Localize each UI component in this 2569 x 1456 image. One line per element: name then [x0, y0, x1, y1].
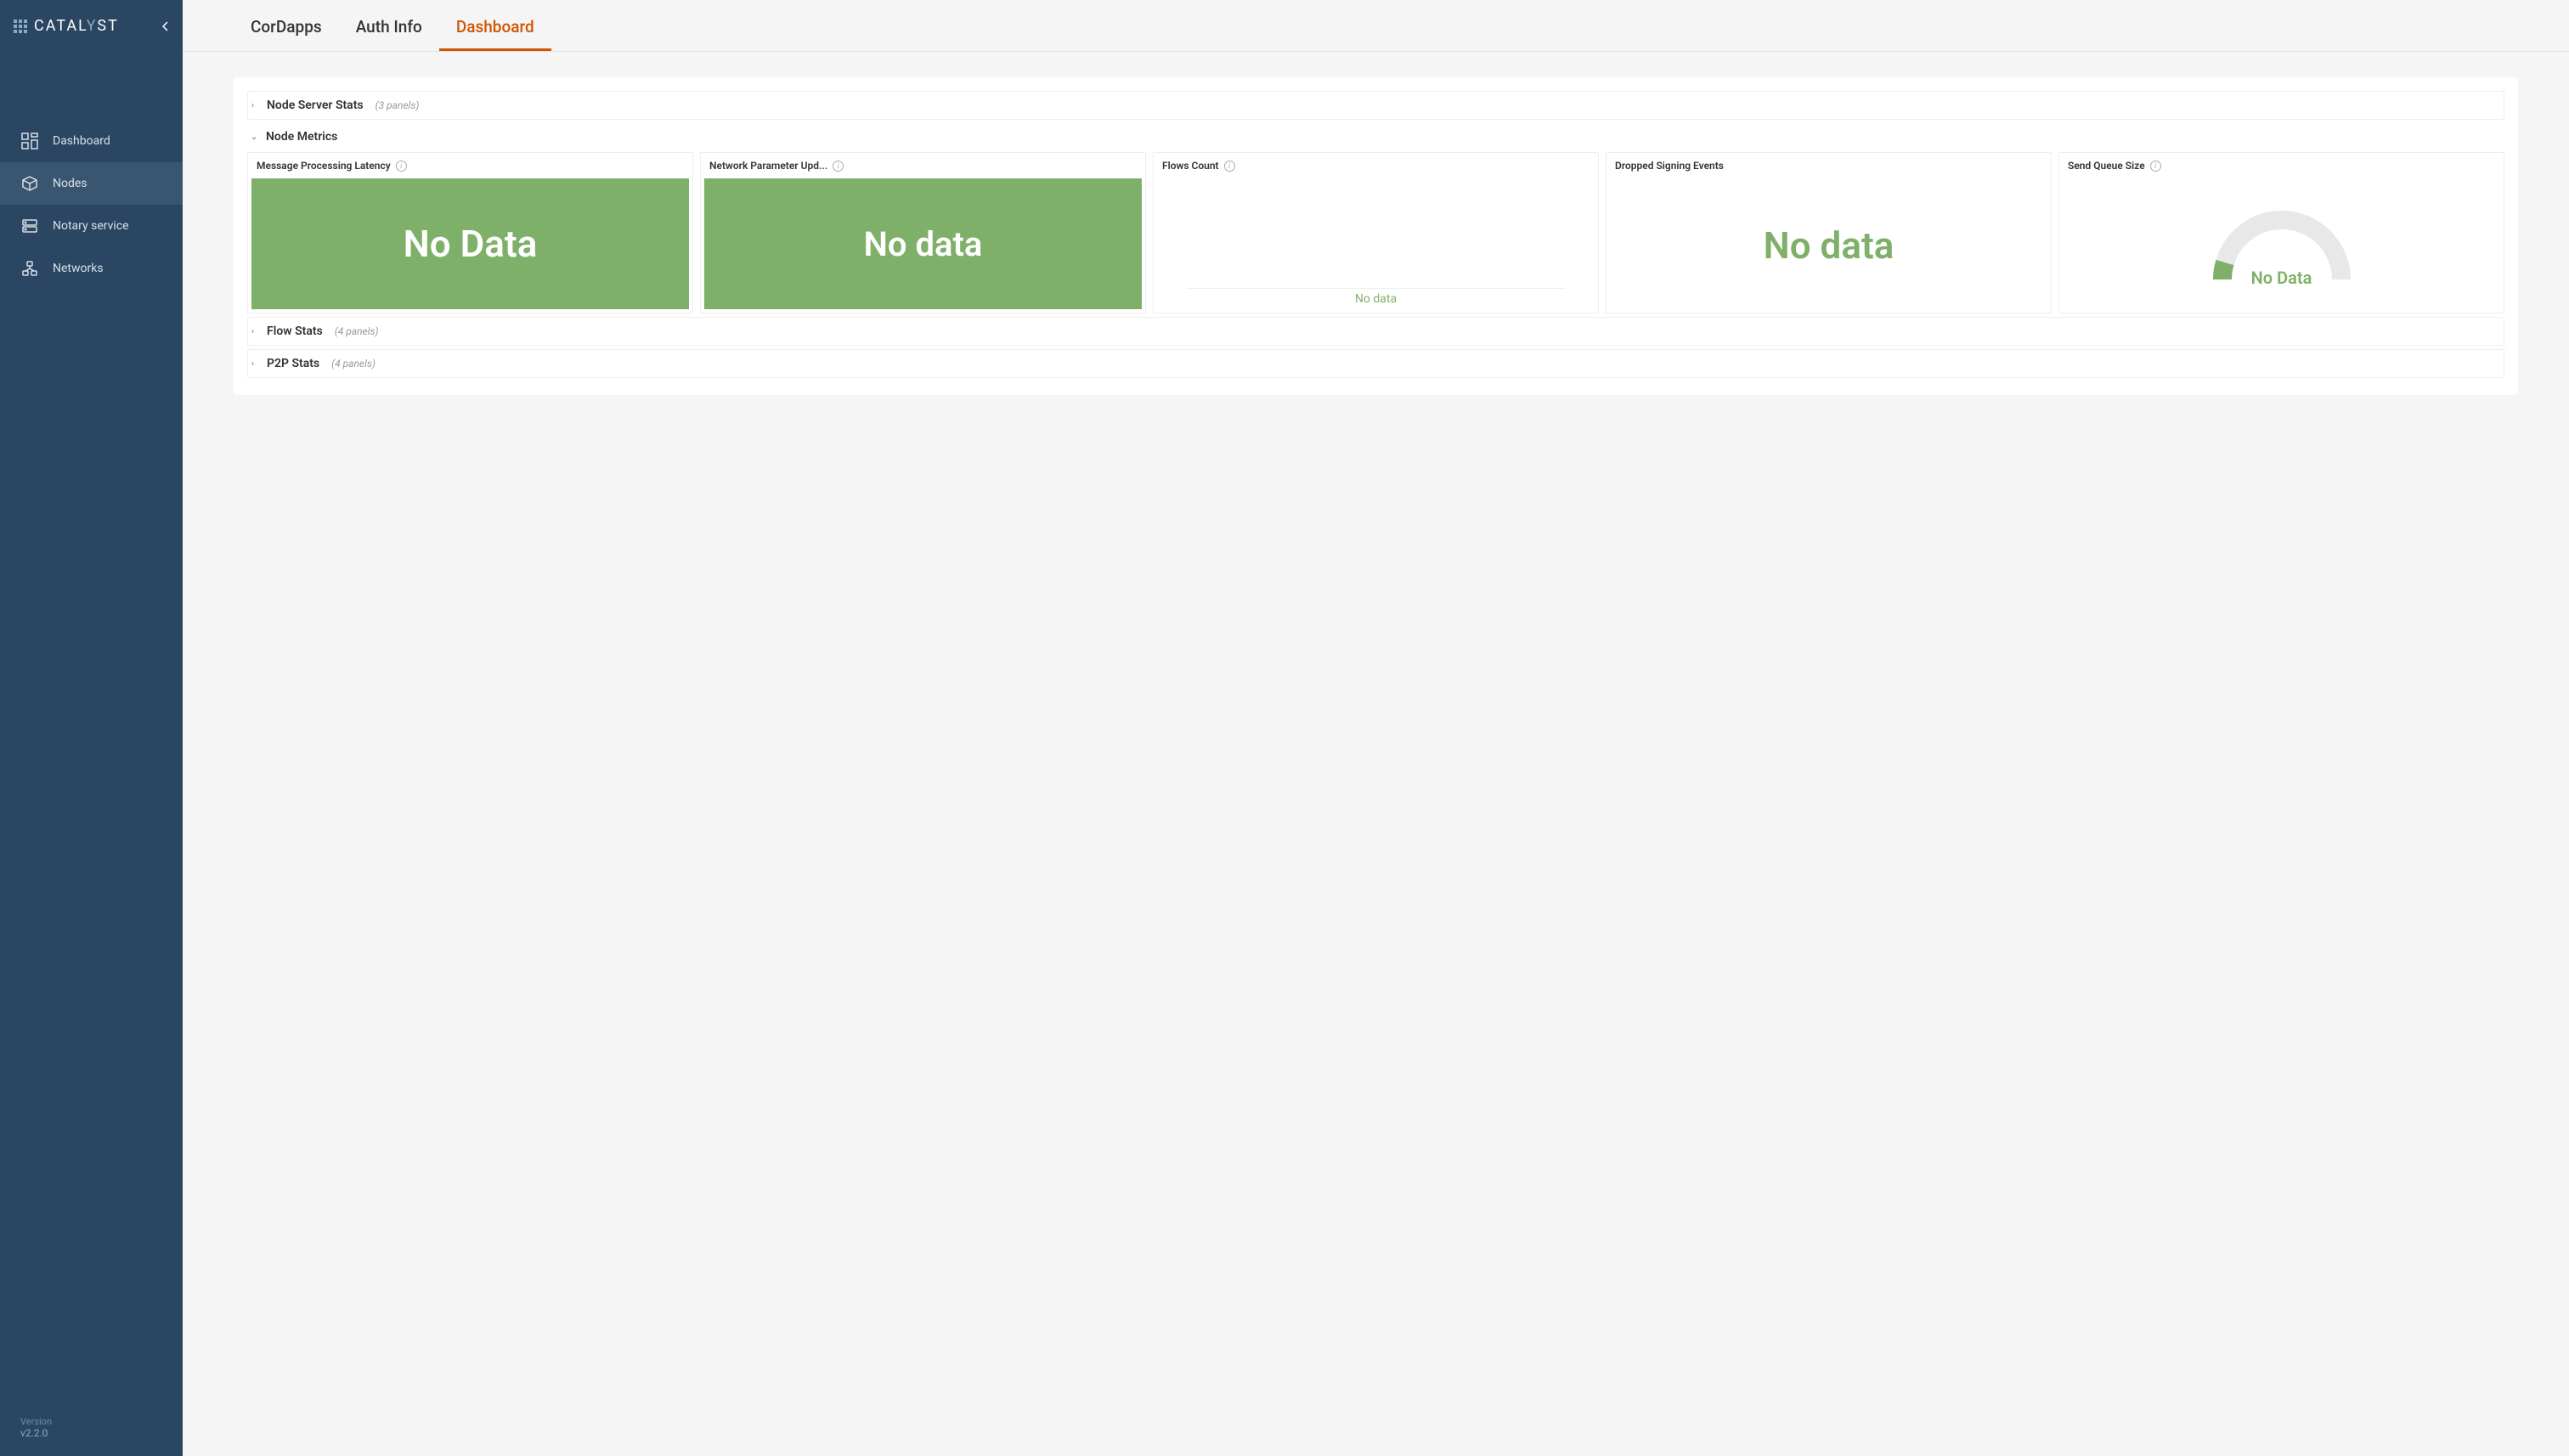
dashboard-icon	[20, 132, 39, 150]
chevron-right-icon: ›	[251, 101, 260, 110]
nav-label: Notary service	[53, 219, 129, 233]
info-icon[interactable]: i	[1224, 161, 1235, 172]
sidebar-item-dashboard[interactable]: Dashboard	[0, 120, 183, 162]
content: › Node Server Stats (3 panels) ⌄ Node Me…	[183, 52, 2569, 420]
panels-grid: Message Processing Latency i No Data Net…	[247, 152, 2504, 313]
section-title: Flow Stats	[267, 324, 323, 338]
chevron-right-icon: ›	[251, 327, 260, 336]
no-data-text: No data	[864, 224, 983, 264]
section-meta: (3 panels)	[375, 99, 420, 111]
panel-title: Dropped Signing Events	[1615, 160, 1724, 172]
no-data-text: No data	[1187, 288, 1565, 306]
panel-body: No Data	[2059, 178, 2504, 313]
sidebar-footer: Version v2.2.0	[0, 1399, 183, 1456]
version-label: Version	[20, 1416, 162, 1427]
version-value: v2.2.0	[20, 1427, 162, 1439]
chevron-down-icon: ⌄	[251, 133, 259, 142]
sidebar-item-networks[interactable]: Networks	[0, 247, 183, 290]
info-icon[interactable]: i	[396, 161, 407, 172]
sidebar-item-notary[interactable]: Notary service	[0, 205, 183, 247]
section-title: P2P Stats	[267, 357, 319, 370]
panel-title: Message Processing Latency	[257, 160, 391, 172]
section-flow-stats[interactable]: › Flow Stats (4 panels)	[247, 317, 2504, 346]
section-title: Node Server Stats	[267, 99, 364, 112]
nav-label: Dashboard	[53, 134, 110, 148]
panel-title: Network Parameter Upd...	[709, 160, 827, 172]
nav-label: Networks	[53, 262, 104, 275]
panel-message-processing-latency: Message Processing Latency i No Data	[247, 152, 693, 313]
panel-header: Flows Count i	[1154, 153, 1598, 178]
sidebar: CATALYST Dashboard Nodes Notary service	[0, 0, 183, 1456]
section-p2p-stats[interactable]: › P2P Stats (4 panels)	[247, 349, 2504, 378]
tab-auth-info[interactable]: Auth Info	[339, 0, 439, 51]
panel-body: No data	[1606, 178, 2051, 313]
network-icon	[20, 259, 39, 278]
dashboard-card: › Node Server Stats (3 panels) ⌄ Node Me…	[234, 77, 2518, 395]
panel-title: Flows Count	[1162, 160, 1219, 172]
gauge: No Data	[2205, 203, 2358, 288]
info-icon[interactable]: i	[833, 161, 844, 172]
panel-dropped-signing-events: Dropped Signing Events No data	[1606, 152, 2052, 313]
chevron-right-icon: ›	[251, 359, 260, 369]
section-node-server-stats[interactable]: › Node Server Stats (3 panels)	[247, 91, 2504, 120]
main: CorDapps Auth Info Dashboard › Node Serv…	[183, 0, 2569, 1456]
panel-header: Message Processing Latency i	[248, 153, 692, 178]
section-meta: (4 panels)	[331, 358, 375, 370]
section-node-metrics[interactable]: ⌄ Node Metrics	[247, 123, 2504, 150]
panel-title: Send Queue Size	[2068, 160, 2145, 172]
nav-label: Nodes	[53, 177, 88, 190]
panel-body: No data	[1154, 178, 1598, 313]
logo-text: CATALYST	[34, 17, 155, 35]
panel-header: Dropped Signing Events	[1606, 153, 2051, 178]
panel-network-parameter-update: Network Parameter Upd... i No data	[700, 152, 1146, 313]
panel-body: No data	[704, 178, 1142, 309]
panel-header: Send Queue Size i	[2059, 153, 2504, 178]
info-icon[interactable]: i	[2150, 161, 2161, 172]
no-data-text: No data	[1764, 223, 1894, 268]
panel-flows-count: Flows Count i No data	[1153, 152, 1599, 313]
gauge-text: No Data	[2251, 268, 2312, 288]
nav: Dashboard Nodes Notary service Networks	[0, 120, 183, 1399]
logo-icon	[14, 20, 27, 33]
section-meta: (4 panels)	[335, 325, 379, 337]
tabs: CorDapps Auth Info Dashboard	[183, 0, 2569, 52]
sidebar-header: CATALYST	[0, 0, 183, 52]
tab-cordapps[interactable]: CorDapps	[234, 0, 339, 51]
sidebar-item-nodes[interactable]: Nodes	[0, 162, 183, 205]
server-icon	[20, 217, 39, 235]
panel-header: Network Parameter Upd... i	[701, 153, 1145, 178]
tab-dashboard[interactable]: Dashboard	[439, 0, 551, 51]
cube-icon	[20, 174, 39, 193]
no-data-text: No Data	[404, 222, 538, 266]
panel-send-queue-size: Send Queue Size i No Data	[2058, 152, 2504, 313]
collapse-sidebar-button[interactable]	[162, 21, 169, 31]
section-title: Node Metrics	[266, 130, 337, 144]
panel-body: No Data	[251, 178, 689, 309]
